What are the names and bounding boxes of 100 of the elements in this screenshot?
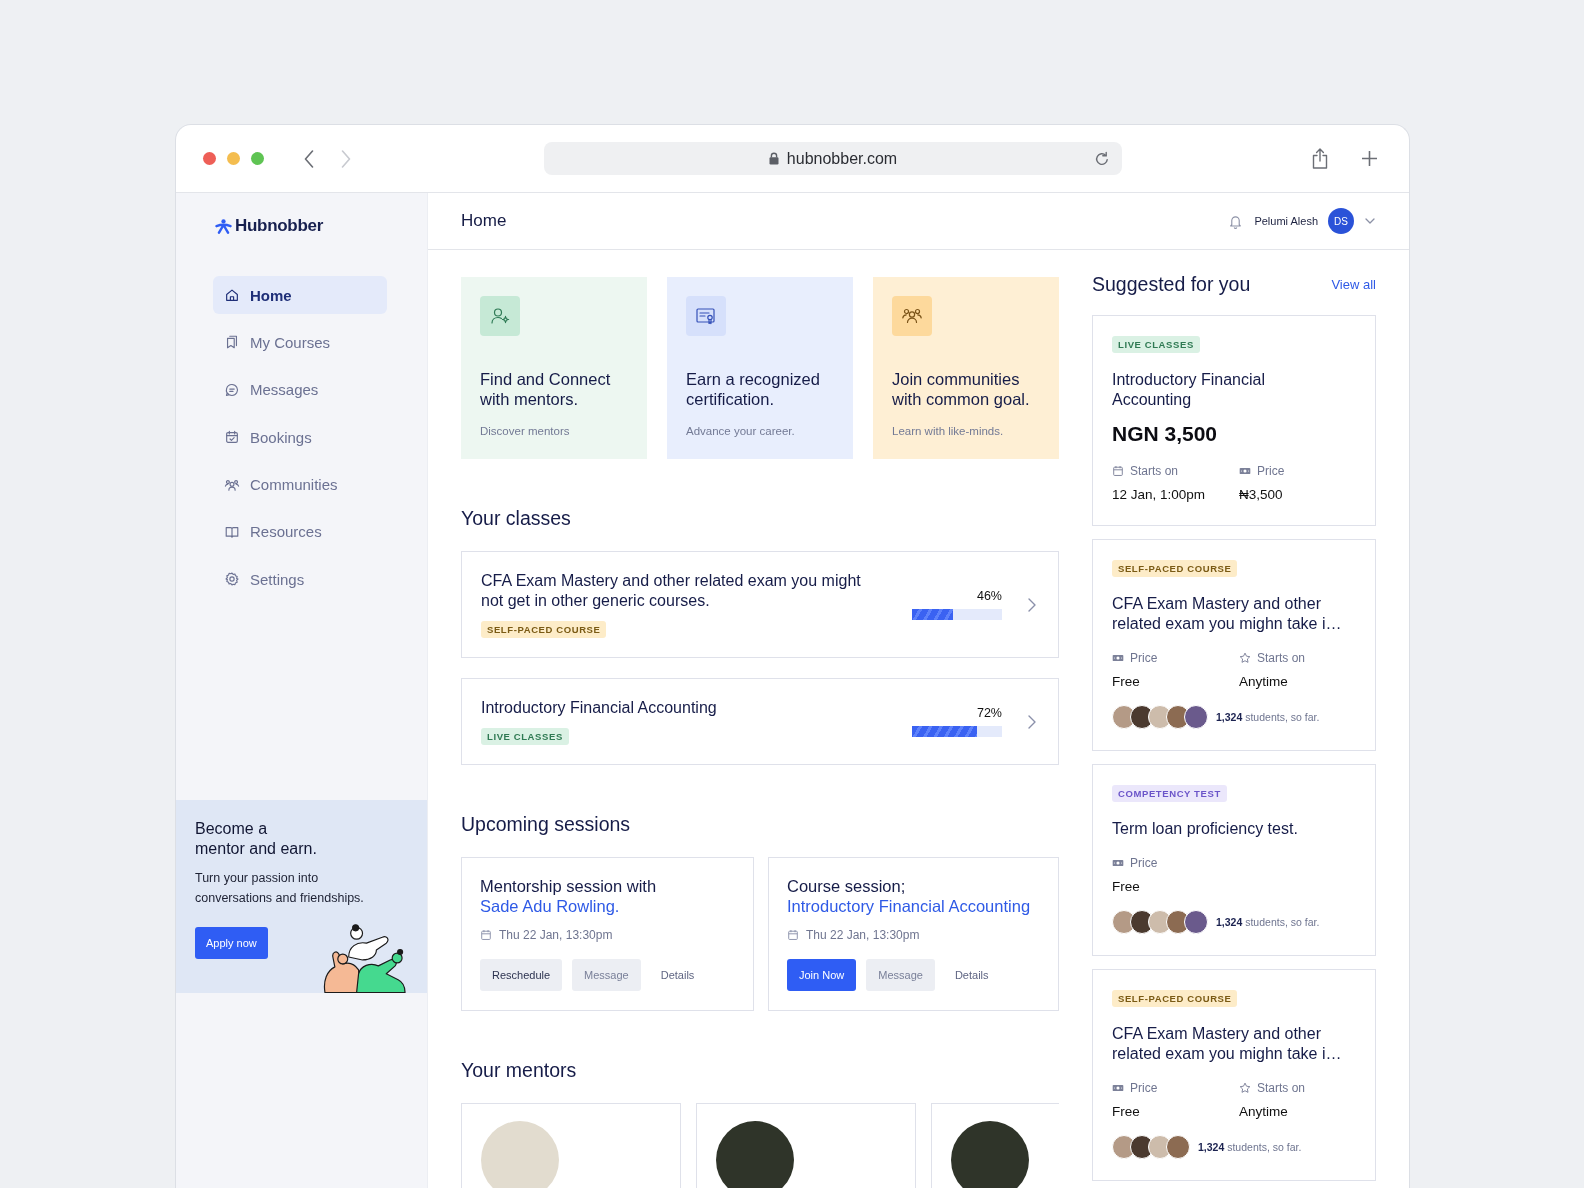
person-gear-icon	[480, 296, 520, 336]
section-heading: Your mentors	[461, 1058, 578, 1082]
session-title: Course session; Introductory Financial Accounting	[787, 876, 1032, 916]
sidebar-item[interactable]: Messages	[213, 370, 387, 409]
reload-icon[interactable]	[1094, 150, 1110, 167]
settings-icon	[224, 571, 240, 588]
details-button[interactable]: Details	[650, 959, 705, 991]
meta-label: Starts on	[1130, 464, 1179, 478]
session-link[interactable]: Introductory Financial Accounting	[787, 897, 1031, 915]
students-count: 1,324 students, so far.	[1216, 711, 1320, 723]
meta-label: Starts on	[1257, 651, 1306, 665]
calendar-icon	[787, 929, 799, 941]
feature-card[interactable]: Earn a recognized certification. Advance your career.	[667, 277, 853, 459]
sidebar-item[interactable]: Settings	[213, 560, 387, 599]
course-title: CFA Exam Mastery and other related exam you mighn take i…	[1112, 594, 1343, 634]
course-title: Introductory Financial Accounting	[1112, 370, 1266, 410]
feature-title: Find and Connect with mentors.	[480, 369, 612, 409]
meta-label: Price	[1257, 464, 1285, 478]
message-button[interactable]: Message	[572, 959, 641, 991]
class-title: Introductory Financial Accounting	[481, 698, 717, 718]
logo-icon	[215, 218, 232, 234]
course-type-tag: SELF-PACED COURSE	[481, 621, 607, 638]
sidebar-item[interactable]: Home	[213, 276, 387, 314]
view-all-link[interactable]: View all	[1331, 276, 1376, 292]
star-icon	[1239, 652, 1251, 664]
back-icon[interactable]	[304, 149, 314, 168]
cash-icon	[1239, 465, 1251, 477]
brand-name: Hubnobber	[235, 216, 323, 236]
new-tab-icon[interactable]	[1362, 151, 1377, 166]
student-avatar	[1166, 1135, 1190, 1159]
course-type-tag: SELF-PACED COURSE	[1112, 990, 1238, 1007]
share-icon[interactable]	[1312, 148, 1328, 169]
certificate-icon	[686, 296, 726, 336]
class-title: CFA Exam Mastery and other related exam you might not get in other generic courses.	[481, 571, 862, 611]
session-action-button[interactable]: Join Now	[787, 959, 857, 991]
promo-text: Turn your passion into conversations and friendships.	[195, 870, 365, 907]
bookmark-icon	[224, 334, 240, 351]
meta-value: 12 Jan, 1:00pm	[1112, 486, 1207, 504]
course-card[interactable]: COMPETENCY TEST Term loan proficiency test. Price Free 1,324 students, so far.	[1092, 764, 1376, 956]
session-link[interactable]: Sade Adu Rowling.	[480, 897, 620, 915]
feature-subtitle: Discover mentors	[480, 425, 570, 437]
group-icon	[892, 296, 932, 336]
course-type-tag: LIVE CLASSES	[481, 728, 569, 745]
class-card[interactable]: CFA Exam Mastery and other related exam you might not get in other generic courses. SELF-PACED COURSE 46%	[461, 551, 1059, 658]
session-action-button[interactable]: Reschedule	[480, 959, 563, 991]
meta-value: Anytime	[1239, 673, 1289, 691]
class-card[interactable]: Introductory Financial Accounting LIVE CLASSES 72%	[461, 678, 1059, 765]
address-bar[interactable]: hubnobber.com	[544, 142, 1122, 175]
user-name[interactable]: Pelumi Alesh	[1254, 215, 1318, 227]
feature-subtitle: Advance your career.	[686, 425, 795, 437]
section-heading: Your classes	[461, 506, 572, 530]
course-card[interactable]: SELF-PACED COURSE CFA Exam Mastery and other related exam you mighn take i… Price Free Starts on Anytime 1,324 students, so far.	[1092, 969, 1376, 1181]
course-title: Term loan proficiency test.	[1112, 819, 1298, 839]
promo-title: Become a mentor and earn.	[195, 819, 318, 860]
message-button[interactable]: Message	[866, 959, 935, 991]
mentor-card[interactable]	[696, 1103, 916, 1188]
sidebar-item[interactable]: Bookings	[213, 418, 387, 457]
course-type-tag: LIVE CLASSES	[1112, 336, 1200, 353]
cash-icon	[1112, 1082, 1124, 1094]
cash-icon	[1112, 857, 1124, 869]
user-avatar[interactable]: DS	[1328, 208, 1354, 234]
meta-value: ₦3,500	[1239, 486, 1284, 504]
feature-subtitle: Learn with like-minds.	[892, 425, 1004, 437]
feature-card[interactable]: Find and Connect with mentors. Discover mentors	[461, 277, 647, 459]
meta-value: Free	[1112, 1103, 1141, 1121]
feature-card[interactable]: Join communities with common goal. Learn with like-minds.	[873, 277, 1059, 459]
student-avatar	[1184, 910, 1208, 934]
course-card[interactable]: SELF-PACED COURSE CFA Exam Mastery and other related exam you mighn take i… Price Free Starts on Anytime 1,324 students, so far.	[1092, 539, 1376, 751]
meta-label: Price	[1130, 1081, 1158, 1095]
student-avatar	[1184, 705, 1208, 729]
progress-reading: 46%	[976, 589, 1002, 603]
meta-value: Free	[1112, 673, 1141, 691]
minimize-window-icon[interactable]	[227, 152, 240, 165]
section-heading: Upcoming sessions	[461, 812, 632, 836]
section-heading: Suggested for you	[1092, 272, 1251, 296]
cash-icon	[1112, 652, 1124, 664]
sidebar-item[interactable]: Resources	[213, 512, 387, 551]
close-window-icon[interactable]	[203, 152, 216, 165]
chevron-down-icon[interactable]	[1365, 218, 1375, 224]
session-date: Thu 22 Jan, 13:30pm	[499, 928, 613, 942]
details-button[interactable]: Details	[944, 959, 999, 991]
calendar-icon	[480, 929, 492, 941]
progress-reading: 72%	[976, 706, 1002, 720]
chevron-right-icon[interactable]	[1028, 714, 1036, 729]
chevron-right-icon[interactable]	[1028, 597, 1036, 612]
bell-icon[interactable]	[1229, 213, 1243, 229]
calendar-icon	[1112, 465, 1124, 477]
meta-label: Starts on	[1257, 1081, 1306, 1095]
maximize-window-icon[interactable]	[251, 152, 264, 165]
course-price: NGN 3,500	[1112, 421, 1218, 447]
chat-bubble-icon	[224, 381, 240, 398]
home-icon	[224, 287, 240, 303]
apply-button[interactable]: Apply now	[195, 927, 268, 960]
course-card[interactable]: LIVE CLASSES Introductory Financial Accounting NGN 3,500 Starts on 12 Jan, 1:00pm Price ₦3,500	[1092, 315, 1376, 526]
feature-title: Earn a recognized certification.	[686, 369, 821, 409]
sidebar-item[interactable]: Communities	[213, 465, 387, 504]
feature-title: Join communities with common goal.	[892, 369, 1031, 409]
meta-label: Price	[1130, 651, 1158, 665]
meta-value: Free	[1112, 878, 1141, 896]
sidebar-item[interactable]: My Courses	[213, 323, 387, 362]
